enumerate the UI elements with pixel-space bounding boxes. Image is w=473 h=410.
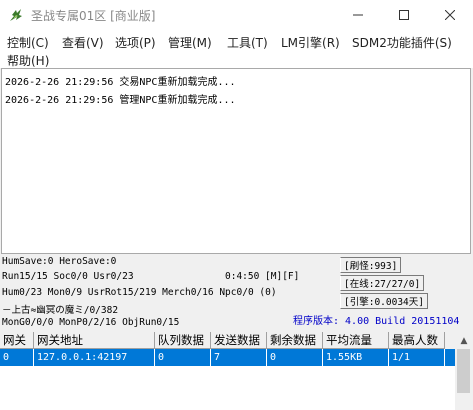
menu-bar: 控制(C) 查看(V) 选项(P) 管理(M) 工具(T) LM引擎(R) SD… [0, 30, 473, 68]
save-status: HumSave:0 HeroSave:0 [2, 256, 117, 267]
menu-options[interactable]: 选项(P) [115, 34, 156, 51]
log-panel[interactable]: 2026-2-26 21:29:56 交易NPC重新加载完成... 2026-2… [1, 68, 471, 254]
table-cell: 127.0.0.1:42197 [34, 349, 155, 366]
maximize-icon [399, 10, 409, 20]
menu-sdm2-plugins[interactable]: SDM2功能插件(S) [352, 34, 452, 51]
scroll-up-arrow-icon[interactable]: ▲ [455, 332, 473, 349]
log-line: 2026-2-26 21:29:56 管理NPC重新加载完成... [5, 95, 236, 106]
table-cell: 7 [211, 349, 267, 366]
column-header[interactable]: 剩余数据 [267, 332, 323, 349]
table-cell: 1.55KB [323, 349, 389, 366]
column-header[interactable]: 网关地址 [34, 332, 155, 349]
run-status: Run15/15 Soc0/0 Usr0/23 [2, 271, 134, 282]
column-header[interactable]: 最高人数 [389, 332, 445, 349]
online-counter: [在线:27/27/0] [340, 275, 425, 291]
table-cell: 0 [155, 349, 211, 366]
menu-help[interactable]: 帮助(H) [7, 52, 49, 69]
window-title: 圣战专属01区 [商业版] [31, 9, 156, 23]
status-panel: HumSave:0 HeroSave:0 Run15/15 Soc0/0 Usr… [0, 255, 473, 333]
table-header: 网关 网关地址 队列数据 发送数据 剩余数据 平均流量 最高人数 [0, 332, 455, 349]
menu-lm-engine[interactable]: LM引擎(R) [281, 34, 340, 51]
menu-manage[interactable]: 管理(M) [168, 34, 212, 51]
engine-counter: [引擎:0.0034天] [340, 293, 428, 309]
minimize-icon [353, 14, 363, 16]
table-cell: 1/1 [389, 349, 445, 366]
scroll-thumb[interactable] [457, 349, 470, 393]
version-label: 程序版本: 4.00 Build 20151104 [293, 316, 460, 327]
menu-view[interactable]: 查看(V) [62, 34, 104, 51]
log-line: 2026-2-26 21:29:56 交易NPC重新加载完成... [5, 77, 236, 88]
close-button[interactable] [427, 0, 473, 30]
uptime: 0:4:50 [M][F] [225, 271, 300, 282]
table-scrollbar[interactable]: ▲ [455, 332, 473, 410]
table-cell: 0 [267, 349, 323, 366]
boss-status: －上古≈幽冥の魔ミ/0/382 [2, 305, 119, 316]
column-header[interactable]: 发送数据 [211, 332, 267, 349]
close-icon [445, 10, 455, 20]
column-header[interactable]: 队列数据 [155, 332, 211, 349]
menu-tools[interactable]: 工具(T) [227, 34, 268, 51]
minimize-button[interactable] [335, 0, 381, 30]
app-icon [10, 9, 22, 21]
table-cell: 0 [0, 349, 34, 366]
maximize-button[interactable] [381, 0, 427, 30]
monster-status: MonG0/0/0 MonP0/2/16 ObjRun0/15 [2, 317, 180, 328]
title-bar: 圣战专属01区 [商业版] [0, 0, 473, 30]
column-header[interactable]: 平均流量 [323, 332, 389, 349]
column-header[interactable]: 网关 [0, 332, 34, 349]
gateway-table[interactable]: 网关 网关地址 队列数据 发送数据 剩余数据 平均流量 最高人数 0 127.0… [0, 332, 455, 410]
menu-control[interactable]: 控制(C) [7, 34, 49, 51]
object-status: Hum0/23 Mon0/9 UsrRot15/219 Merch0/16 Np… [2, 287, 277, 298]
refresh-counter: [刷怪:993] [340, 257, 402, 273]
table-row[interactable]: 0 127.0.0.1:42197 0 7 0 1.55KB 1/1 [0, 349, 455, 366]
